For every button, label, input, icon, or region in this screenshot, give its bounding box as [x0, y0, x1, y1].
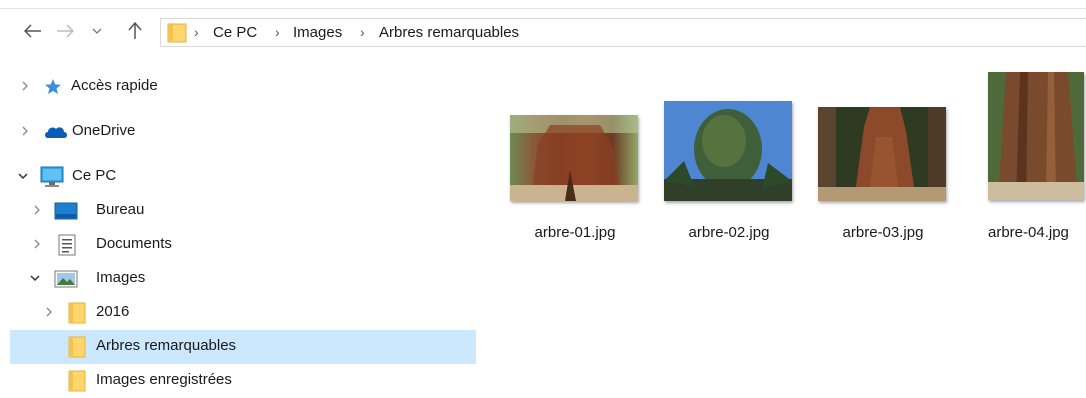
file-item-arbre-01[interactable]: arbre-01.jpg	[510, 113, 640, 243]
nav-item-bureau[interactable]: Bureau	[0, 194, 480, 228]
chevron-down-icon[interactable]	[16, 169, 30, 183]
nav-item-ce-pc[interactable]: Ce PC	[0, 160, 480, 194]
file-name: arbre-03.jpg	[842, 224, 924, 241]
chevron-down-icon[interactable]	[28, 271, 42, 285]
file-item-arbre-04[interactable]: arbre-04.jpg	[988, 70, 1086, 245]
file-thumbnail	[988, 72, 1084, 200]
nav-item-label: Images enregistrées	[96, 371, 232, 388]
images-folder-icon	[54, 270, 78, 288]
nav-item-arbres-remarquables[interactable]: Arbres remarquables	[10, 330, 476, 364]
folder-icon	[68, 302, 86, 324]
chevron-right-icon[interactable]	[18, 79, 32, 93]
nav-item-documents[interactable]: Documents	[0, 228, 480, 262]
forward-arrow-icon	[57, 24, 74, 38]
nav-item-label: Documents	[96, 235, 172, 252]
breadcrumb-separator: ›	[275, 24, 280, 40]
file-name: arbre-01.jpg	[534, 224, 616, 241]
nav-item-label: Ce PC	[72, 167, 117, 184]
file-list: arbre-01.jpg arbre-02.jpg arbre-03.jpg a…	[480, 63, 1086, 392]
chevron-right-icon[interactable]	[30, 203, 44, 217]
nav-item-label: Images	[96, 269, 146, 286]
computer-icon	[40, 166, 64, 187]
navigation-pane: Accès rapide OneDrive Ce PC Bureau Docum…	[0, 63, 480, 392]
chevron-down-icon	[92, 28, 102, 34]
back-arrow-icon	[24, 24, 41, 38]
nav-item-onedrive[interactable]: OneDrive	[0, 115, 480, 149]
nav-item-label: Arbres remarquables	[96, 337, 237, 354]
chevron-right-icon[interactable]	[18, 124, 32, 138]
breadcrumb-separator: ›	[194, 24, 199, 40]
folder-icon	[167, 23, 187, 43]
star-icon	[45, 79, 61, 94]
nav-item-acces-rapide[interactable]: Accès rapide	[0, 70, 480, 104]
file-item-arbre-03[interactable]: arbre-03.jpg	[818, 105, 948, 245]
back-button[interactable]	[22, 20, 44, 42]
desktop-folder-icon	[54, 202, 78, 220]
folder-icon	[68, 370, 86, 392]
file-name: arbre-04.jpg	[988, 224, 1069, 241]
recent-locations-button[interactable]	[86, 20, 108, 42]
chevron-right-icon[interactable]	[42, 305, 56, 319]
breadcrumb-separator: ›	[360, 24, 365, 40]
documents-folder-icon	[58, 234, 76, 256]
file-thumbnail	[818, 107, 946, 201]
nav-item-label: 2016	[96, 303, 130, 320]
nav-item-2016[interactable]: 2016	[0, 296, 480, 330]
navigation-bar: › Ce PC › Images › Arbres remarquables	[0, 13, 1086, 53]
file-name: arbre-02.jpg	[688, 224, 770, 241]
nav-item-images[interactable]: Images	[0, 262, 480, 296]
nav-item-label: Accès rapide	[71, 77, 158, 94]
breadcrumb-item-ce-pc[interactable]: Ce PC	[213, 24, 257, 41]
nav-item-label: Bureau	[96, 201, 145, 218]
breadcrumb-item-arbres-remarquables[interactable]: Arbres remarquables	[379, 24, 519, 41]
file-thumbnail	[510, 115, 638, 201]
nav-item-label: OneDrive	[72, 122, 136, 139]
chevron-right-icon[interactable]	[30, 237, 44, 251]
up-arrow-icon	[128, 22, 142, 39]
forward-button[interactable]	[54, 20, 76, 42]
file-thumbnail	[664, 101, 792, 201]
file-item-arbre-02[interactable]: arbre-02.jpg	[664, 99, 794, 244]
nav-item-images-enregistrees[interactable]: Images enregistrées	[0, 364, 480, 398]
folder-icon	[68, 336, 86, 358]
breadcrumb-item-images[interactable]: Images	[293, 24, 342, 41]
window-top-edge	[0, 0, 1086, 9]
address-bar[interactable]: › Ce PC › Images › Arbres remarquables	[160, 18, 1086, 47]
up-button[interactable]	[124, 20, 146, 42]
cloud-icon	[45, 127, 67, 138]
